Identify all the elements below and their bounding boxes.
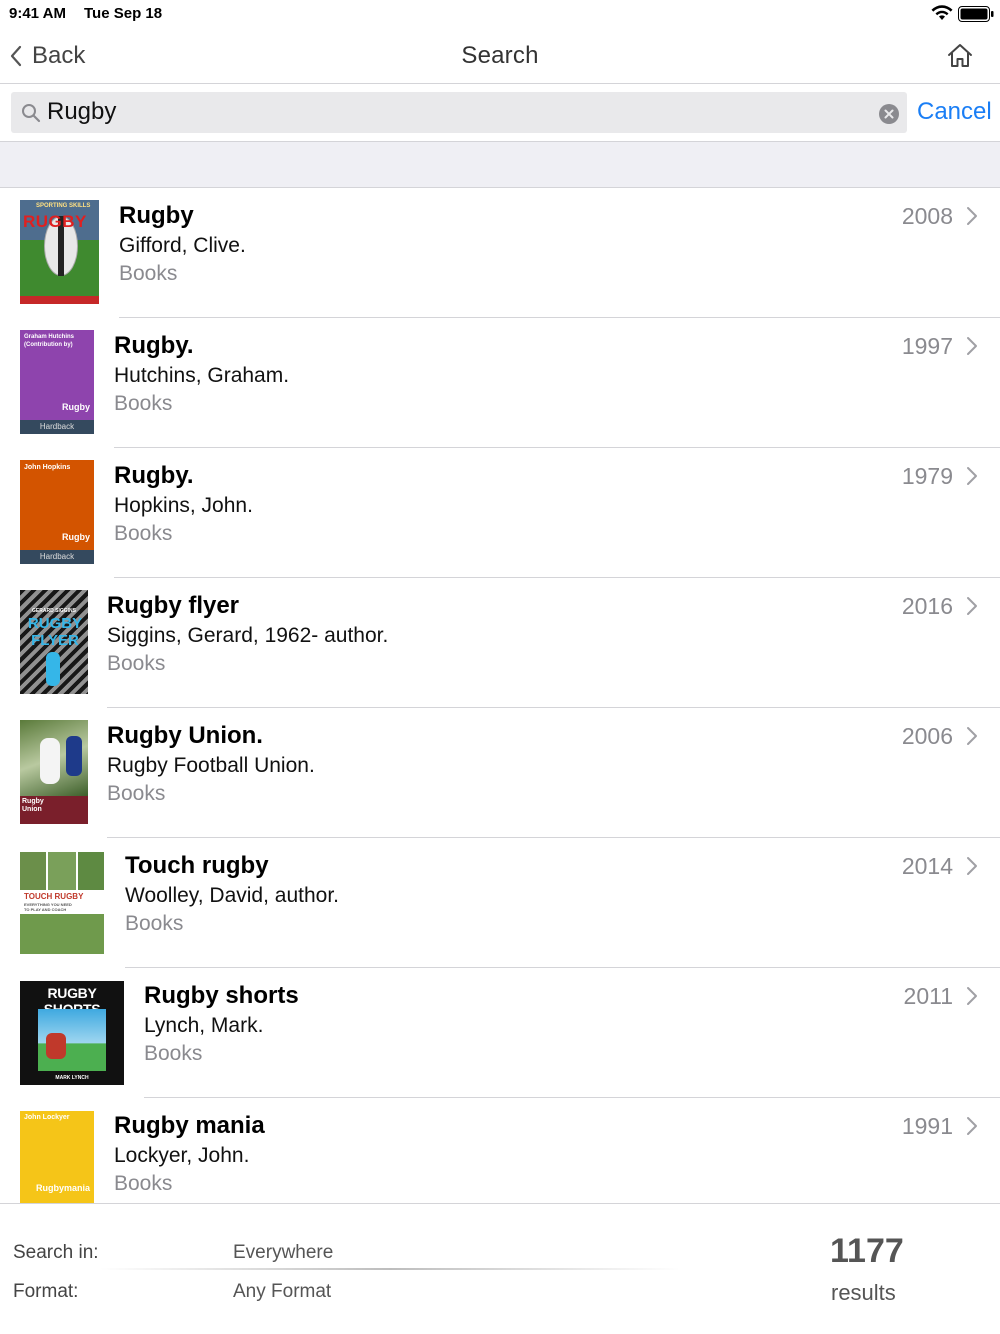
cover-subtitle: EVERYTHING YOU NEED TO PLAY AND COACH xyxy=(24,902,72,912)
chevron-right-icon xyxy=(967,597,977,615)
list-item[interactable]: Graham Hutchins (Contribution by) Rugby … xyxy=(0,318,1000,448)
cover-title: RUGBY xyxy=(23,212,87,231)
footer-divider xyxy=(100,1268,680,1270)
cover-band: Hardback xyxy=(39,422,75,431)
chevron-right-icon xyxy=(967,1117,977,1135)
result-author: Gifford, Clive. xyxy=(119,234,246,257)
cover-author: GERARD SIGGINS xyxy=(32,608,76,614)
cover-band: Hardback xyxy=(39,552,75,561)
result-year: 2011 xyxy=(903,983,953,1009)
battery-icon xyxy=(958,6,994,22)
book-cover: TOUCH RUGBY EVERYTHING YOU NEED TO PLAY … xyxy=(20,852,104,954)
cover-title: RUGBY FLYER xyxy=(27,615,83,649)
result-format: Books xyxy=(114,1172,173,1195)
chevron-right-icon xyxy=(967,207,977,225)
book-cover: RUGBY SHORTS MARK LYNCH xyxy=(20,981,124,1085)
wifi-icon xyxy=(931,5,953,20)
result-year: 1997 xyxy=(901,333,953,359)
book-cover: GERARD SIGGINS RUGBY FLYER xyxy=(20,590,88,694)
cover-author: John Lockyer xyxy=(24,1114,70,1121)
results-count-label: results xyxy=(831,1280,896,1305)
book-cover: Graham Hutchins (Contribution by) Rugby … xyxy=(20,330,94,434)
result-year: 2014 xyxy=(901,853,953,879)
result-title: Touch rugby xyxy=(125,852,269,879)
result-author: Hopkins, John. xyxy=(114,494,253,517)
list-item[interactable]: John Hopkins Rugby Hardback Rugby. Hopki… xyxy=(0,448,1000,578)
result-title: Rugby. xyxy=(114,332,194,359)
search-in-value[interactable]: Everywhere xyxy=(233,1242,333,1264)
status-bar: 9:41 AM Tue Sep 18 xyxy=(0,0,1000,30)
result-title: Rugby Union. xyxy=(107,722,263,749)
cover-title: Rugby xyxy=(62,402,90,412)
status-time: 9:41 AM xyxy=(9,5,66,22)
cover-title: Rugby Union xyxy=(22,798,44,813)
clear-icon[interactable] xyxy=(879,104,899,124)
results-count: 1177 xyxy=(830,1232,904,1270)
list-item[interactable]: GERARD SIGGINS RUGBY FLYER Rugby flyer S… xyxy=(0,578,1000,708)
cover-author: Graham Hutchins (Contribution by) xyxy=(24,334,75,348)
search-input-value: Rugby xyxy=(47,98,117,125)
chevron-right-icon xyxy=(967,857,977,875)
search-icon xyxy=(22,104,41,123)
section-spacer xyxy=(0,141,1000,188)
result-year: 1991 xyxy=(901,1113,953,1139)
cover-title: Rugbymania xyxy=(35,1183,90,1193)
search-input[interactable]: Rugby xyxy=(11,92,907,133)
result-format: Books xyxy=(119,262,178,285)
search-bar: Rugby Cancel xyxy=(0,85,1000,141)
results-list: SPORTING SKILLS RUGBY Rugby Gifford, Cli… xyxy=(0,188,1000,1203)
navigation-bar: Back Search xyxy=(0,30,1000,84)
result-author: Woolley, David, author. xyxy=(125,884,339,907)
result-format: Books xyxy=(107,652,166,675)
result-author: Hutchins, Graham. xyxy=(114,364,290,387)
result-title: Rugby xyxy=(119,202,194,229)
page-title: Search xyxy=(461,42,539,69)
format-label: Format: xyxy=(13,1281,79,1302)
cover-title: TOUCH RUGBY xyxy=(24,892,84,901)
result-title: Rugby. xyxy=(114,462,194,489)
result-format: Books xyxy=(114,522,173,545)
result-author: Rugby Football Union. xyxy=(107,754,315,777)
book-cover: Rugby Union xyxy=(20,720,88,824)
result-author: Lynch, Mark. xyxy=(144,1014,264,1037)
chevron-right-icon xyxy=(967,727,977,745)
result-format: Books xyxy=(107,782,166,805)
chevron-right-icon xyxy=(967,467,977,485)
result-format: Books xyxy=(125,912,184,935)
cover-author: John Hopkins xyxy=(24,464,71,471)
result-year: 2016 xyxy=(901,593,953,619)
chevron-right-icon xyxy=(967,337,977,355)
book-cover: SPORTING SKILLS RUGBY xyxy=(20,200,99,304)
status-date: Tue Sep 18 xyxy=(84,5,163,22)
search-in-label: Search in: xyxy=(13,1242,99,1263)
list-item[interactable]: SPORTING SKILLS RUGBY Rugby Gifford, Cli… xyxy=(0,188,1000,318)
result-format: Books xyxy=(114,392,173,415)
home-icon[interactable] xyxy=(944,40,976,72)
list-item[interactable]: John Lockyer Rugbymania Rugby mania Lock… xyxy=(0,1098,1000,1203)
result-format: Books xyxy=(144,1042,203,1065)
list-item[interactable]: RUGBY SHORTS MARK LYNCH Rugby shorts Lyn… xyxy=(0,968,1000,1098)
book-cover: John Lockyer Rugbymania xyxy=(20,1111,94,1203)
cover-series: SPORTING SKILLS xyxy=(36,203,91,209)
result-author: Siggins, Gerard, 1962- author. xyxy=(107,624,389,647)
result-title: Rugby flyer xyxy=(107,592,240,619)
cover-author: MARK LYNCH xyxy=(55,1075,89,1081)
result-title: Rugby mania xyxy=(114,1112,265,1139)
chevron-right-icon xyxy=(967,987,977,1005)
result-year: 1979 xyxy=(901,463,953,489)
format-value[interactable]: Any Format xyxy=(233,1281,331,1303)
result-year: 2006 xyxy=(901,723,953,749)
cancel-button[interactable]: Cancel xyxy=(917,98,992,126)
result-title: Rugby shorts xyxy=(144,982,299,1009)
search-footer: Search in: Everywhere Format: Any Format… xyxy=(0,1203,1000,1334)
book-cover: John Hopkins Rugby Hardback xyxy=(20,460,94,564)
cover-title: Rugby xyxy=(62,532,90,542)
result-author: Lockyer, John. xyxy=(114,1144,250,1167)
result-year: 2008 xyxy=(901,203,953,229)
list-item[interactable]: TOUCH RUGBY EVERYTHING YOU NEED TO PLAY … xyxy=(0,838,1000,968)
list-item[interactable]: Rugby Union Rugby Union. Rugby Football … xyxy=(0,708,1000,838)
